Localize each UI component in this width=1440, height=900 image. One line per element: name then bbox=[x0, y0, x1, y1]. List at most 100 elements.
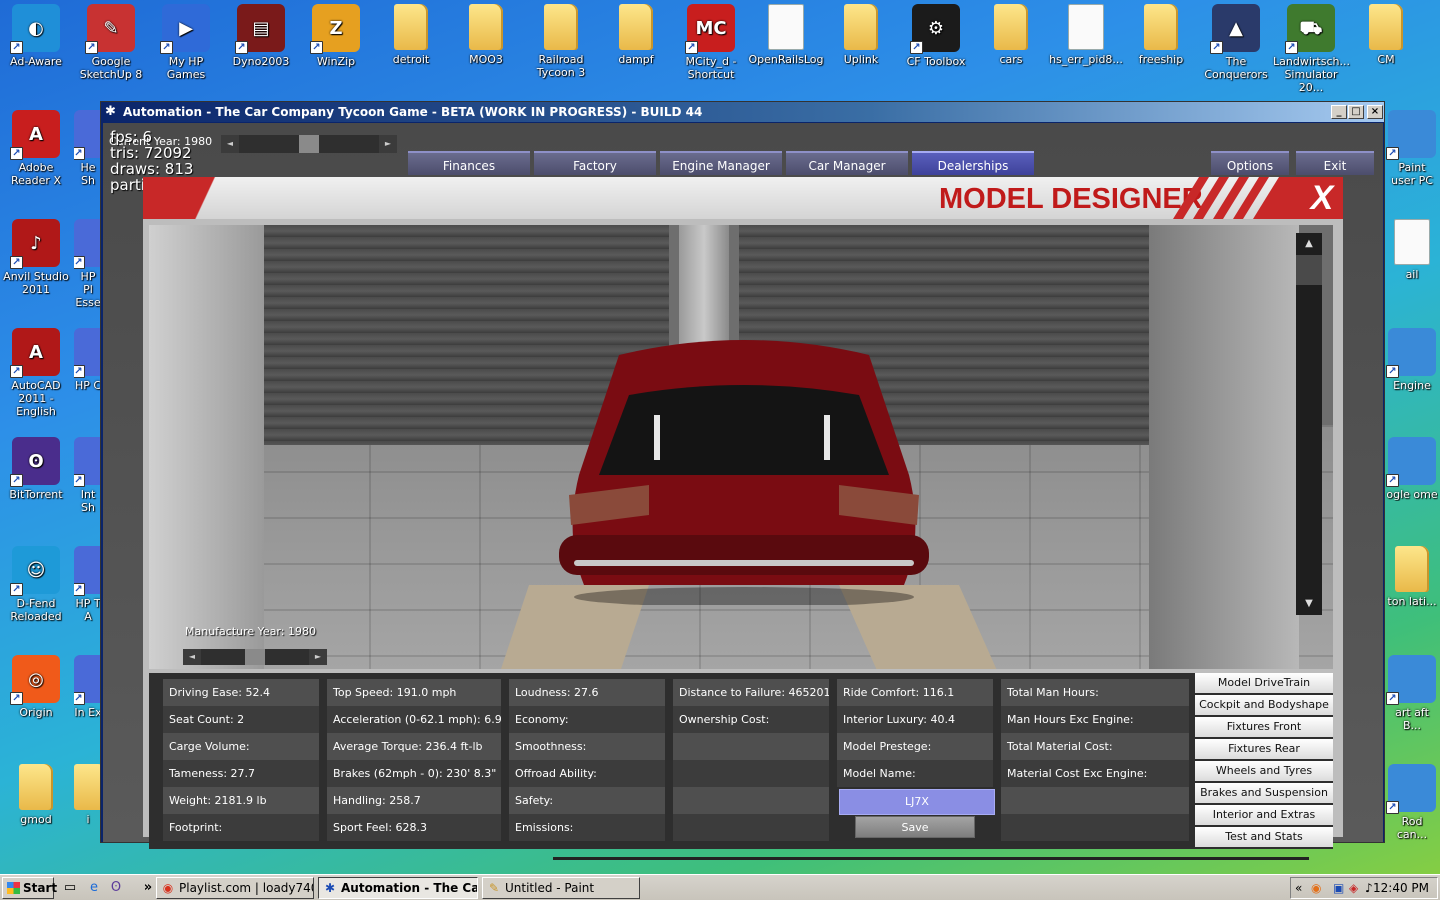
shortcut-arrow-icon: ↗ bbox=[74, 474, 85, 487]
desktop-icon[interactable]: ◎ ↗ Origin bbox=[0, 655, 74, 719]
model-name-input[interactable]: LJ7X bbox=[839, 789, 995, 815]
security-icon[interactable]: ◈ bbox=[1349, 878, 1358, 898]
viewport-scrollbar[interactable]: ▲ ▼ bbox=[1296, 233, 1322, 615]
nav-engine-manager[interactable]: Engine Manager bbox=[660, 151, 782, 175]
desktop-icon[interactable]: ↗ In Ex bbox=[74, 655, 102, 719]
start-button[interactable]: Start bbox=[2, 877, 57, 899]
shortcut-arrow-icon: ↗ bbox=[10, 474, 23, 487]
stat-cell: Footprint: bbox=[163, 814, 319, 841]
side-menu-button[interactable]: Cockpit and Bodyshape bbox=[1195, 695, 1333, 715]
desktop-icon[interactable]: A ↗ AutoCAD 2011 - English bbox=[0, 328, 74, 418]
desktop-icon[interactable]: ton lati... bbox=[1386, 546, 1438, 608]
desktop-icon[interactable]: ▲ ↗ The Conquerors bbox=[1198, 4, 1274, 81]
taskbar-button[interactable]: ◉ Playlist.com | loady740's ... bbox=[156, 877, 314, 899]
desktop-icon[interactable]: cars bbox=[973, 4, 1049, 66]
ie-quicklaunch-icon[interactable]: e bbox=[86, 880, 102, 896]
desktop-icon[interactable]: detroit bbox=[373, 4, 449, 66]
desktop-icon[interactable]: ↗ He Sh bbox=[74, 110, 102, 187]
year-slider-thumb[interactable] bbox=[299, 135, 319, 153]
maximize-button[interactable]: □ bbox=[1348, 105, 1364, 119]
folder-icon bbox=[1395, 546, 1429, 592]
tray-app-icon[interactable]: ◉ bbox=[1311, 878, 1321, 898]
shortcut-arrow-icon: ↗ bbox=[1386, 801, 1399, 814]
desktop-icon[interactable]: ⛟ ↗ Landwirtsch... Simulator 20... bbox=[1273, 4, 1350, 94]
desktop-icon[interactable]: ail bbox=[1386, 219, 1438, 281]
bittorrent-quicklaunch-icon[interactable]: ʘ bbox=[108, 880, 124, 896]
desktop-icon-label: dampf bbox=[618, 53, 654, 66]
desktop-icon[interactable]: ▤ ↗ Dyno2003 bbox=[223, 4, 299, 68]
show-desktop-icon[interactable]: ▭ bbox=[62, 880, 78, 896]
side-menu-button[interactable]: Fixtures Rear bbox=[1195, 739, 1333, 759]
nav-factory-management[interactable]: Factory Management bbox=[534, 151, 656, 199]
year-left-arrow-icon[interactable]: ◄ bbox=[221, 135, 239, 153]
desktop-icon[interactable]: ☺ ↗ D-Fend Reloaded bbox=[0, 546, 74, 623]
desktop-icon[interactable]: OpenRailsLog bbox=[748, 4, 824, 66]
taskbar-button[interactable]: ✱ Automation - The Car... bbox=[318, 877, 478, 899]
nav-finances[interactable]: Finances bbox=[408, 151, 530, 175]
nav-options[interactable]: Options bbox=[1211, 151, 1289, 175]
desktop-icon[interactable]: hs_err_pid8... bbox=[1048, 4, 1124, 66]
scroll-down-icon[interactable]: ▼ bbox=[1296, 593, 1322, 615]
desktop-icon[interactable]: ʘ ↗ BitTorrent bbox=[0, 437, 74, 501]
side-menu-button[interactable]: Fixtures Front bbox=[1195, 717, 1333, 737]
desktop-icon[interactable]: ↗ Rod can... bbox=[1386, 764, 1438, 841]
minimize-button[interactable]: _ bbox=[1331, 105, 1347, 119]
desktop-icon[interactable]: ◐ ↗ Ad-Aware bbox=[0, 4, 74, 68]
dfend-icon: ☺ ↗ bbox=[10, 546, 60, 596]
tray-expand-icon[interactable]: « bbox=[1295, 878, 1302, 898]
close-window-button[interactable]: × bbox=[1367, 105, 1383, 119]
stat-cell: Total Material Cost: bbox=[1001, 733, 1189, 760]
desktop-icon[interactable]: ↗ HP T A bbox=[74, 546, 102, 623]
desktop-icon[interactable]: MC ↗ MCity_d - Shortcut bbox=[673, 4, 749, 81]
side-menu-button[interactable]: Brakes and Suspension bbox=[1195, 783, 1333, 803]
side-menu-button[interactable]: Wheels and Tyres bbox=[1195, 761, 1333, 781]
mfg-year-left-arrow-icon[interactable]: ◄ bbox=[183, 649, 201, 665]
nav-car-manager[interactable]: Car Manager bbox=[786, 151, 908, 175]
desktop-icon[interactable]: ✎ ↗ Google SketchUp 8 bbox=[73, 4, 149, 81]
desktop-icon[interactable]: freeship bbox=[1123, 4, 1199, 66]
quicklaunch-overflow-icon[interactable]: » bbox=[140, 880, 156, 896]
desktop-icon[interactable]: Uplink bbox=[823, 4, 899, 66]
desktop-icon[interactable]: ♪ ↗ Anvil Studio 2011 bbox=[0, 219, 74, 296]
desktop-icon[interactable]: ↗ Paint user PC bbox=[1386, 110, 1438, 187]
desktop-icon[interactable]: i bbox=[74, 764, 102, 826]
desktop-icon[interactable]: ↗ HP C bbox=[74, 328, 102, 392]
desktop-icon[interactable]: ↗ HP Pl Esse bbox=[74, 219, 102, 309]
mfg-year-slider-thumb[interactable] bbox=[245, 649, 265, 665]
window-title-bar[interactable]: ✱ Automation - The Car Company Tycoon Ga… bbox=[101, 102, 1384, 122]
desktop-icon[interactable]: Z ↗ WinZip bbox=[298, 4, 374, 68]
desktop-icon[interactable]: dampf bbox=[598, 4, 674, 66]
desktop-icon[interactable]: A ↗ Adobe Reader X bbox=[0, 110, 74, 187]
desktop-icon[interactable]: ⚙ ↗ CF Toolbox bbox=[898, 4, 974, 68]
volume-icon[interactable]: ♪ bbox=[1365, 878, 1373, 898]
desktop-icon[interactable]: ▶ ↗ My HP Games bbox=[148, 4, 224, 81]
desktop-icon-label: ton lati... bbox=[1387, 595, 1437, 608]
desktop-icon[interactable]: ↗ Engine bbox=[1386, 328, 1438, 392]
desktop-icon[interactable]: ↗ Int Sh bbox=[74, 437, 102, 514]
mfg-year-right-arrow-icon[interactable]: ► bbox=[309, 649, 327, 665]
model-designer-close-button[interactable]: X bbox=[1307, 181, 1337, 215]
desktop-icon[interactable]: ↗ ogle ome bbox=[1386, 437, 1438, 501]
current-year-stepper[interactable]: ◄ ► bbox=[221, 135, 397, 153]
anvil-studio-icon: ♪ ↗ bbox=[10, 219, 60, 269]
side-menu-button[interactable]: Test and Stats bbox=[1195, 827, 1333, 847]
manufacture-year-stepper[interactable]: ◄ ► bbox=[183, 649, 327, 665]
side-menu-button[interactable]: Interior and Extras bbox=[1195, 805, 1333, 825]
car-3d-viewport[interactable]: ▲ ▼ Manufacture Year: 1980 ◄ ► bbox=[149, 225, 1333, 669]
desktop-icon[interactable]: CM bbox=[1348, 4, 1424, 66]
desktop-icon[interactable]: ↗ art aft B... bbox=[1386, 655, 1438, 732]
save-button[interactable]: Save bbox=[855, 816, 975, 838]
nav-dealerships[interactable]: Dealerships bbox=[912, 151, 1034, 175]
desktop-icon[interactable]: Railroad Tycoon 3 bbox=[523, 4, 599, 79]
desktop-icon[interactable]: MOO3 bbox=[448, 4, 524, 66]
scroll-thumb[interactable] bbox=[1296, 255, 1322, 285]
side-menu-button[interactable]: Model DriveTrain bbox=[1195, 673, 1333, 693]
network-icon[interactable]: ▣ bbox=[1333, 878, 1344, 898]
stats-scrollbar[interactable] bbox=[553, 857, 1309, 860]
taskbar-button[interactable]: ✎ Untitled - Paint bbox=[482, 877, 640, 899]
clock[interactable]: 12:40 PM bbox=[1373, 878, 1429, 898]
desktop-icon[interactable]: gmod bbox=[0, 764, 74, 826]
nav-exit[interactable]: Exit bbox=[1296, 151, 1374, 175]
year-right-arrow-icon[interactable]: ► bbox=[379, 135, 397, 153]
scroll-up-icon[interactable]: ▲ bbox=[1296, 233, 1322, 255]
